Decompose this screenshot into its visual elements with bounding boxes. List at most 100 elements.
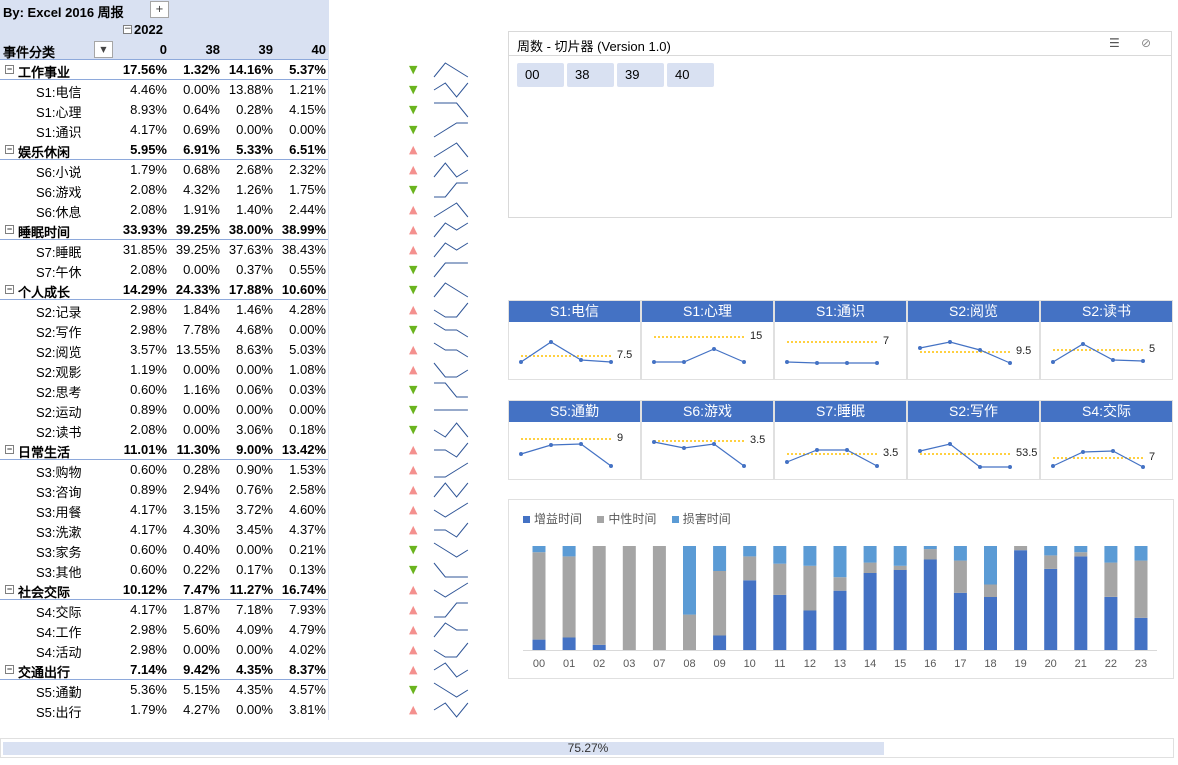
subcategory-row[interactable]: S2:读书 2.08% 0.00% 3.06% 0.18% (0, 420, 329, 440)
collapse-icon[interactable]: − (5, 285, 14, 294)
category-row[interactable]: − 娱乐休闲 5.95% 6.91% 5.33% 6.51% (0, 140, 329, 160)
kpi-target-value: 7 (883, 335, 890, 347)
row-label: S5:通勤 (36, 685, 82, 700)
category-row[interactable]: − 工作事业 17.56% 1.32% 14.16% 5.37% (0, 60, 329, 80)
subcategory-row[interactable]: S2:思考 0.60% 1.16% 0.06% 0.03% (0, 380, 329, 400)
subcategory-row[interactable]: S5:出行 1.79% 4.27% 0.00% 3.81% (0, 700, 329, 720)
subcategory-row[interactable]: S2:运动 0.89% 0.00% 0.00% 0.00% (0, 400, 329, 420)
trend-row: ▼ (400, 120, 480, 140)
collapse-year-button[interactable]: − (123, 25, 132, 34)
subcategory-row[interactable]: S2:写作 2.98% 7.78% 4.68% 0.00% (0, 320, 329, 340)
subcategory-row[interactable]: S6:游戏 2.08% 4.32% 1.26% 1.75% (0, 180, 329, 200)
subcategory-row[interactable]: S3:咨询 0.89% 2.94% 0.76% 2.58% (0, 480, 329, 500)
subcategory-row[interactable]: S3:购物 0.60% 0.28% 0.90% 1.53% (0, 460, 329, 480)
column-header-week: 0 (159, 42, 167, 57)
row-field-dropdown-icon[interactable]: ▼ (94, 41, 113, 58)
subcategory-row[interactable]: S2:观影 1.19% 0.00% 0.00% 1.08% (0, 360, 329, 380)
sparkline (433, 422, 469, 438)
x-tick-label: 18 (984, 658, 996, 670)
value-cell: 0.69% (183, 122, 220, 137)
slicer-item[interactable]: 40 (667, 63, 714, 87)
kpi-point (978, 465, 982, 469)
subcategory-row[interactable]: S7:午休 2.08% 0.00% 0.37% 0.55% (0, 260, 329, 280)
bar-segment (1134, 546, 1148, 561)
category-row[interactable]: − 睡眠时间 33.93% 39.25% 38.00% 38.99% (0, 220, 329, 240)
subcategory-row[interactable]: S5:通勤 5.36% 5.15% 4.35% 4.57% (0, 680, 329, 700)
value-cell: 0.06% (236, 382, 273, 397)
slicer-item[interactable]: 00 (517, 63, 564, 87)
bar-segment (1044, 568, 1058, 650)
subcategory-row[interactable]: S1:心理 8.93% 0.64% 0.28% 4.15% (0, 100, 329, 120)
value-cell: 3.06% (236, 422, 273, 437)
sparkline-line (434, 442, 469, 458)
progress-label: 75.27% (567, 741, 609, 755)
trend-down-icon: ▼ (409, 103, 418, 116)
kpi-line-chart (785, 341, 879, 365)
trend-indicators: ▼ ▼ ▼ ▼ ▲ ▲ ▼ ▲ ▲ ▲ ▼ ▼ ▲ ▼ ▲ ▲ ▼ ▼ ▼ ▲ ▲ ▲ ▲ ▲ ▼ ▼ ▲ ▲ ▲ ▲ ▲ ▼ ▲ (400, 60, 480, 720)
sparkline (434, 182, 468, 198)
value-cell: 11.01% (123, 442, 167, 457)
trend-row: ▲ (400, 620, 480, 640)
sparkline-line (434, 522, 469, 538)
value-cell: 33.93% (122, 222, 167, 237)
category-row[interactable]: − 交通出行 7.14% 9.42% 4.35% 8.37% (0, 660, 329, 680)
value-cell: 0.00% (236, 362, 273, 377)
subcategory-row[interactable]: S3:其他 0.60% 0.22% 0.17% 0.13% (0, 560, 329, 580)
subcategory-row[interactable]: S3:洗漱 4.17% 4.30% 3.45% 4.37% (0, 520, 329, 540)
row-label: S3:家务 (36, 545, 82, 560)
collapse-icon[interactable]: − (5, 585, 14, 594)
kpi-title: S2:写作 (908, 401, 1039, 422)
collapse-icon[interactable]: − (5, 445, 14, 454)
value-cell: 4.27% (183, 702, 220, 717)
column-header-week: 39 (258, 42, 273, 57)
subcategory-row[interactable]: S7:睡眠 31.85% 39.25% 37.63% 38.43% (0, 240, 329, 260)
collapse-icon[interactable]: − (5, 145, 14, 154)
bar-segment (803, 610, 817, 650)
value-cell: 0.90% (236, 462, 273, 477)
x-tick-label: 22 (1105, 658, 1117, 670)
category-row[interactable]: − 个人成长 14.29% 24.33% 17.88% 10.60% (0, 280, 329, 300)
value-cell: 5.36% (130, 682, 167, 697)
subcategory-row[interactable]: S6:小说 1.79% 0.68% 2.68% 2.32% (0, 160, 329, 180)
subcategory-row[interactable]: S4:活动 2.98% 0.00% 0.00% 4.02% (0, 640, 329, 660)
category-row[interactable]: − 社会交际 10.12% 7.47% 11.27% 16.74% (0, 580, 329, 600)
value-cell: 14.29% (122, 282, 167, 297)
bar-segment (1074, 546, 1088, 553)
value-cell: 0.28% (183, 462, 220, 477)
value-cell: 38.43% (281, 242, 326, 257)
pivot-title: By: Excel 2016 周报 (3, 5, 124, 20)
multi-select-icon[interactable]: ☰ (1109, 36, 1129, 52)
subcategory-row[interactable]: S2:记录 2.98% 1.84% 1.46% 4.28% (0, 300, 329, 320)
bar-segment (953, 592, 967, 650)
bar-segment (803, 546, 817, 566)
subcategory-row[interactable]: S2:阅览 3.57% 13.55% 8.63% 5.03% (0, 340, 329, 360)
bar-segment (1104, 546, 1118, 563)
collapse-icon[interactable]: − (5, 225, 14, 234)
subcategory-row[interactable]: S1:通识 4.17% 0.69% 0.00% 0.00% (0, 120, 329, 140)
filter-button-icon[interactable]: + (150, 1, 169, 18)
subcategory-row[interactable]: S3:用餐 4.17% 3.15% 3.72% 4.60% (0, 500, 329, 520)
sparkline (433, 502, 469, 518)
subcategory-row[interactable]: S6:休息 2.08% 1.91% 1.40% 2.44% (0, 200, 329, 220)
kpi-target-value: 7 (1149, 451, 1156, 463)
trend-row: ▲ (400, 580, 480, 600)
slicer-item[interactable]: 39 (617, 63, 664, 87)
row-label: S1:心理 (36, 105, 82, 120)
bar-segment (683, 614, 696, 650)
subcategory-row[interactable]: S1:电信 4.46% 0.00% 13.88% 1.21% (0, 80, 329, 100)
collapse-icon[interactable]: − (5, 65, 14, 74)
bar-segment (713, 546, 727, 571)
kpi-title: S6:游戏 (642, 401, 773, 422)
clear-filter-icon[interactable]: ⊘ (1141, 36, 1161, 52)
value-cell: 0.00% (183, 362, 220, 377)
row-label: S6:小说 (36, 165, 82, 180)
slicer-item[interactable]: 38 (567, 63, 614, 87)
value-cell: 10.60% (281, 282, 326, 297)
subcategory-row[interactable]: S3:家务 0.60% 0.40% 0.00% 0.21% (0, 540, 329, 560)
collapse-icon[interactable]: − (5, 665, 14, 674)
sparkline-line (433, 302, 469, 318)
category-row[interactable]: − 日常生活 11.01% 11.30% 9.00% 13.42% (0, 440, 329, 460)
subcategory-row[interactable]: S4:交际 4.17% 1.87% 7.18% 7.93% (0, 600, 329, 620)
kpi-point (948, 340, 952, 344)
subcategory-row[interactable]: S4:工作 2.98% 5.60% 4.09% 4.79% (0, 620, 329, 640)
